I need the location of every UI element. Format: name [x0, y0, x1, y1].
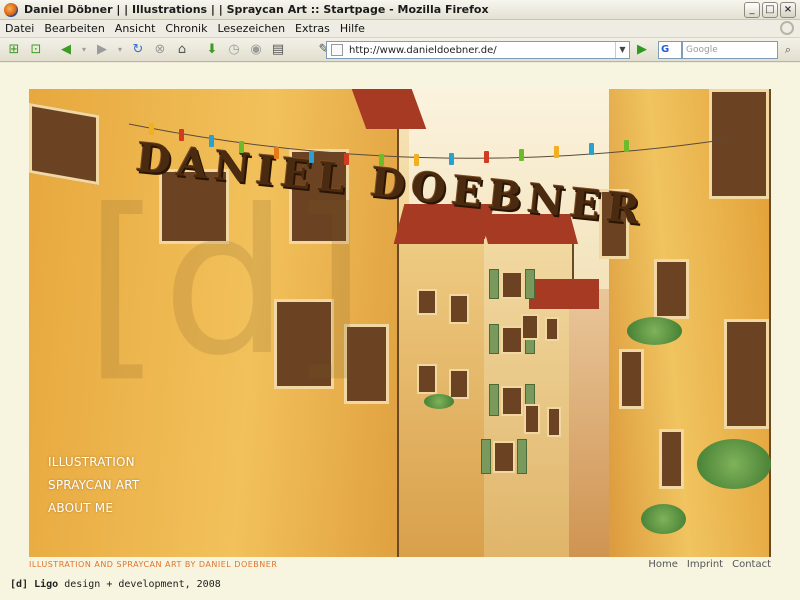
page-icon: [331, 44, 343, 56]
home-icon[interactable]: ⌂: [174, 42, 190, 58]
print-icon[interactable]: ▤: [270, 42, 286, 58]
throbber-icon: [780, 21, 794, 35]
nav-illustration[interactable]: ILLUSTRATION: [48, 455, 139, 469]
minimize-button[interactable]: _: [744, 2, 760, 18]
watermark-logo: [d]: [84, 167, 368, 400]
hero-illustration: [d] DANIEL DOEBNER ILLUSTRATION SPRAYCAN…: [29, 89, 771, 557]
download-icon[interactable]: ⬇: [204, 42, 220, 58]
footer-nav: Home Imprint Contact: [648, 559, 771, 570]
stop-icon[interactable]: ⊗: [152, 42, 168, 58]
search-icon[interactable]: ⌕: [780, 42, 796, 58]
menu-ansicht[interactable]: Ansicht: [110, 22, 161, 35]
navigation-toolbar: ⊞ ⊡ ◀ ▾ ▶ ▾ ↻ ⊗ ⌂ ⬇ ◷ ◉ ▤ ✎ ▾ http://www…: [0, 38, 800, 62]
reload-icon[interactable]: ↻: [130, 42, 146, 58]
footer-contact-link[interactable]: Contact: [732, 559, 771, 570]
menu-lesezeichen[interactable]: Lesezeichen: [212, 22, 290, 35]
credit-text: design + development, 2008: [64, 579, 221, 590]
menu-bearbeiten[interactable]: Bearbeiten: [39, 22, 109, 35]
window-controls: _ □ ×: [744, 2, 796, 18]
page-content: [d] DANIEL DOEBNER ILLUSTRATION SPRAYCAN…: [0, 63, 800, 600]
menu-extras[interactable]: Extras: [290, 22, 335, 35]
menu-hilfe[interactable]: Hilfe: [335, 22, 370, 35]
tagline: ILLUSTRATION AND SPRAYCAN ART BY DANIEL …: [29, 560, 278, 569]
window-titlebar: Daniel Döbner | | Illustrations | | Spra…: [0, 0, 800, 20]
window-title: Daniel Döbner | | Illustrations | | Spra…: [24, 3, 489, 16]
maximize-button[interactable]: □: [762, 2, 778, 18]
credit-line: [d] Ligo design + development, 2008: [10, 579, 221, 590]
main-nav: ILLUSTRATION SPRAYCAN ART ABOUT ME: [48, 455, 139, 524]
url-bar[interactable]: http://www.danieldoebner.de/ ▼: [326, 41, 630, 59]
forward-dropdown-icon[interactable]: ▾: [116, 42, 124, 58]
search-input[interactable]: Google: [682, 41, 778, 59]
url-dropdown-icon[interactable]: ▼: [615, 42, 629, 58]
back-button[interactable]: ◀: [58, 42, 74, 58]
bookmark-add-icon[interactable]: ⊡: [28, 42, 44, 58]
menu-datei[interactable]: Datei: [0, 22, 39, 35]
bookmarks-icon[interactable]: ◉: [248, 42, 264, 58]
menu-chronik[interactable]: Chronik: [160, 22, 212, 35]
search-engine-selector[interactable]: G: [658, 41, 682, 59]
firefox-icon: [4, 2, 18, 17]
history-icon[interactable]: ◷: [226, 42, 242, 58]
nav-spraycan-art[interactable]: SPRAYCAN ART: [48, 478, 139, 492]
footer-home-link[interactable]: Home: [648, 559, 678, 570]
go-button[interactable]: ▶: [634, 42, 650, 58]
back-dropdown-icon[interactable]: ▾: [80, 42, 88, 58]
forward-button[interactable]: ▶: [94, 42, 110, 58]
footer-imprint-link[interactable]: Imprint: [687, 559, 723, 570]
close-button[interactable]: ×: [780, 2, 796, 18]
site-logo[interactable]: DANIEL DOEBNER: [129, 119, 729, 234]
new-tab-icon[interactable]: ⊞: [6, 42, 22, 58]
nav-about-me[interactable]: ABOUT ME: [48, 501, 139, 515]
credit-mark[interactable]: [d] Ligo: [10, 579, 58, 590]
menu-bar: Datei Bearbeiten Ansicht Chronik Lesezei…: [0, 20, 800, 38]
url-text[interactable]: http://www.danieldoebner.de/: [349, 45, 497, 56]
